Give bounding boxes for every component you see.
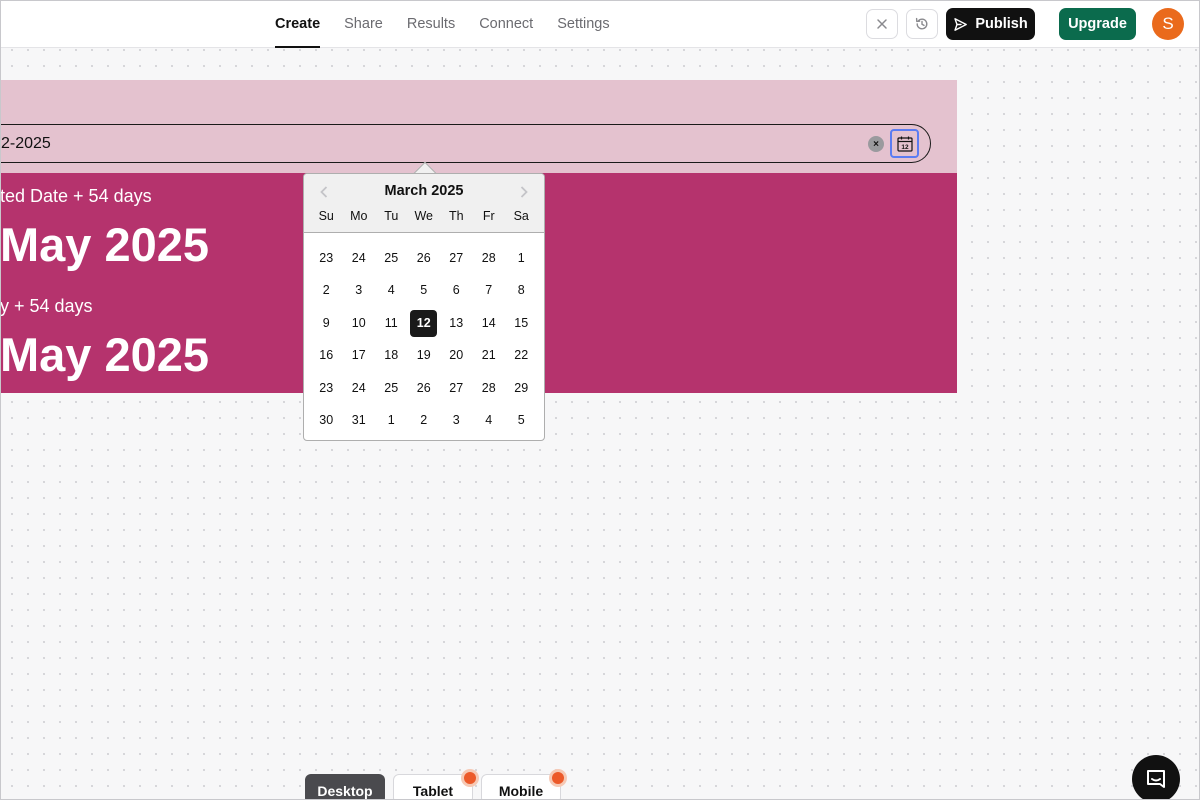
device-mobile-button[interactable]: Mobile — [481, 774, 561, 800]
datepicker-header: March 2025 Su Mo Tu We Th Fr Sa — [304, 174, 544, 233]
device-tablet-button[interactable]: Tablet — [393, 774, 473, 800]
tab-connect[interactable]: Connect — [467, 0, 545, 48]
datepicker-day[interactable]: 23 — [310, 375, 343, 402]
datepicker-week-row: 9 10 11 12 13 14 15 — [310, 307, 538, 340]
datepicker-day[interactable]: 8 — [505, 277, 538, 304]
calendar-icon: 12 — [896, 136, 913, 152]
datepicker-day[interactable]: 1 — [505, 245, 538, 272]
datepicker-day[interactable]: 28 — [473, 245, 506, 272]
datepicker-day[interactable]: 18 — [375, 342, 408, 369]
datepicker-day[interactable]: 14 — [473, 310, 506, 337]
history-button[interactable] — [906, 9, 938, 39]
date-input-value: 2-2025 — [1, 135, 51, 152]
datepicker-day[interactable]: 27 — [440, 245, 473, 272]
datepicker-day[interactable]: 13 — [440, 310, 473, 337]
date-form-section: 2-2025 × 12 — [0, 80, 957, 173]
datepicker-day[interactable]: 24 — [343, 375, 376, 402]
datepicker-day-selected[interactable]: 12 — [410, 309, 438, 337]
datepicker-day[interactable]: 21 — [473, 342, 506, 369]
datepicker-day[interactable]: 29 — [505, 375, 538, 402]
datepicker-day[interactable]: 5 — [505, 407, 538, 434]
history-icon — [915, 17, 928, 30]
datepicker-week-row: 2345678 — [310, 275, 538, 308]
datepicker-day[interactable]: 4 — [375, 277, 408, 304]
datepicker-day[interactable]: 31 — [343, 407, 376, 434]
datepicker-day[interactable]: 5 — [408, 277, 441, 304]
result-1-value: May 2025 — [0, 218, 210, 271]
main-tabs: Create Share Results Connect Settings — [263, 0, 622, 48]
datepicker-day[interactable]: 10 — [343, 310, 376, 337]
datepicker-day[interactable]: 7 — [473, 277, 506, 304]
datepicker-day[interactable]: 2 — [310, 277, 343, 304]
chat-button[interactable] — [1132, 755, 1180, 800]
tab-settings[interactable]: Settings — [545, 0, 621, 48]
result-1-label: ted Date + 54 days — [0, 186, 152, 206]
next-month-button[interactable] — [514, 182, 534, 202]
datepicker-day[interactable]: 4 — [473, 407, 506, 434]
datepicker-day[interactable]: 16 — [310, 342, 343, 369]
tab-create[interactable]: Create — [263, 0, 332, 48]
weekday-label: Tu — [384, 209, 399, 223]
close-button[interactable] — [866, 9, 898, 39]
top-bar: Create Share Results Connect Settings Pu… — [0, 0, 1200, 48]
weekday-label: Sa — [513, 209, 529, 223]
weekday-label: Fr — [482, 209, 495, 223]
datepicker-day[interactable]: 25 — [375, 245, 408, 272]
weekday-label: We — [414, 209, 434, 223]
clear-icon: × — [873, 138, 879, 150]
datepicker-day[interactable]: 2 — [408, 407, 441, 434]
close-icon — [877, 19, 887, 29]
send-icon — [954, 17, 968, 31]
datepicker-week-row: 23 24 25 26 27 28 29 — [310, 372, 538, 405]
datepicker-days: 23 24 25 26 27 28 1 2 3 4 5 6 7 8 9 10 11 12 13 14 15 16 17 18 1… — [310, 242, 538, 437]
mobile-notification-dot — [552, 772, 564, 784]
datepicker: March 2025 Su Mo Tu We Th Fr Sa 23 24 25 26 27 28 1 2… — [303, 173, 545, 441]
datepicker-day[interactable]: 24 — [343, 245, 376, 272]
publish-label: Publish — [975, 16, 1028, 32]
datepicker-day[interactable]: 28 — [473, 375, 506, 402]
chevron-right-icon — [520, 186, 528, 198]
result-2-value: May 2025 — [0, 328, 210, 381]
weekday-label: Th — [448, 209, 464, 223]
datepicker-day[interactable]: 15 — [505, 310, 538, 337]
upgrade-button[interactable]: Upgrade — [1059, 8, 1136, 40]
datepicker-day[interactable]: 6 — [440, 277, 473, 304]
datepicker-day[interactable]: 27 — [440, 375, 473, 402]
datepicker-day[interactable]: 1 — [375, 407, 408, 434]
publish-button[interactable]: Publish — [946, 8, 1035, 40]
datepicker-day[interactable]: 19 — [408, 342, 441, 369]
calendar-icon-number: 12 — [901, 144, 909, 151]
datepicker-week-row: 30 31 1 2 3 4 5 — [310, 405, 538, 438]
datepicker-day[interactable]: 25 — [375, 375, 408, 402]
tablet-notification-dot — [464, 772, 476, 784]
datepicker-day[interactable]: 3 — [343, 277, 376, 304]
calendar-button[interactable]: 12 — [890, 129, 919, 158]
datepicker-day[interactable]: 26 — [408, 375, 441, 402]
datepicker-day[interactable]: 22 — [505, 342, 538, 369]
tab-results[interactable]: Results — [395, 0, 467, 48]
weekday-label: Mo — [350, 209, 368, 223]
weekday-label: Su — [318, 209, 334, 223]
datepicker-day[interactable]: 30 — [310, 407, 343, 434]
datepicker-day[interactable]: 9 — [310, 310, 343, 337]
datepicker-day[interactable]: 17 — [343, 342, 376, 369]
result-2-label: y + 54 days — [0, 296, 93, 316]
tab-share[interactable]: Share — [332, 0, 395, 48]
device-desktop-button[interactable]: Desktop — [305, 774, 385, 800]
date-input[interactable]: 2-2025 × 12 — [0, 124, 931, 163]
datepicker-day[interactable]: 11 — [375, 310, 408, 337]
datepicker-day[interactable]: 26 — [408, 245, 441, 272]
weekday-row: Su Mo Tu We Th Fr Sa — [310, 209, 538, 223]
datepicker-day[interactable]: 23 — [310, 245, 343, 272]
datepicker-day[interactable]: 20 — [440, 342, 473, 369]
datepicker-day[interactable]: 3 — [440, 407, 473, 434]
clear-date-button[interactable]: × — [868, 136, 884, 152]
chat-icon — [1147, 770, 1165, 788]
datepicker-month: March 2025 — [384, 183, 464, 199]
datepicker-week-row: 23 24 25 26 27 28 1 — [310, 242, 538, 275]
avatar[interactable]: S — [1152, 8, 1184, 40]
datepicker-week-row: 16 17 18 19 20 21 22 — [310, 340, 538, 373]
